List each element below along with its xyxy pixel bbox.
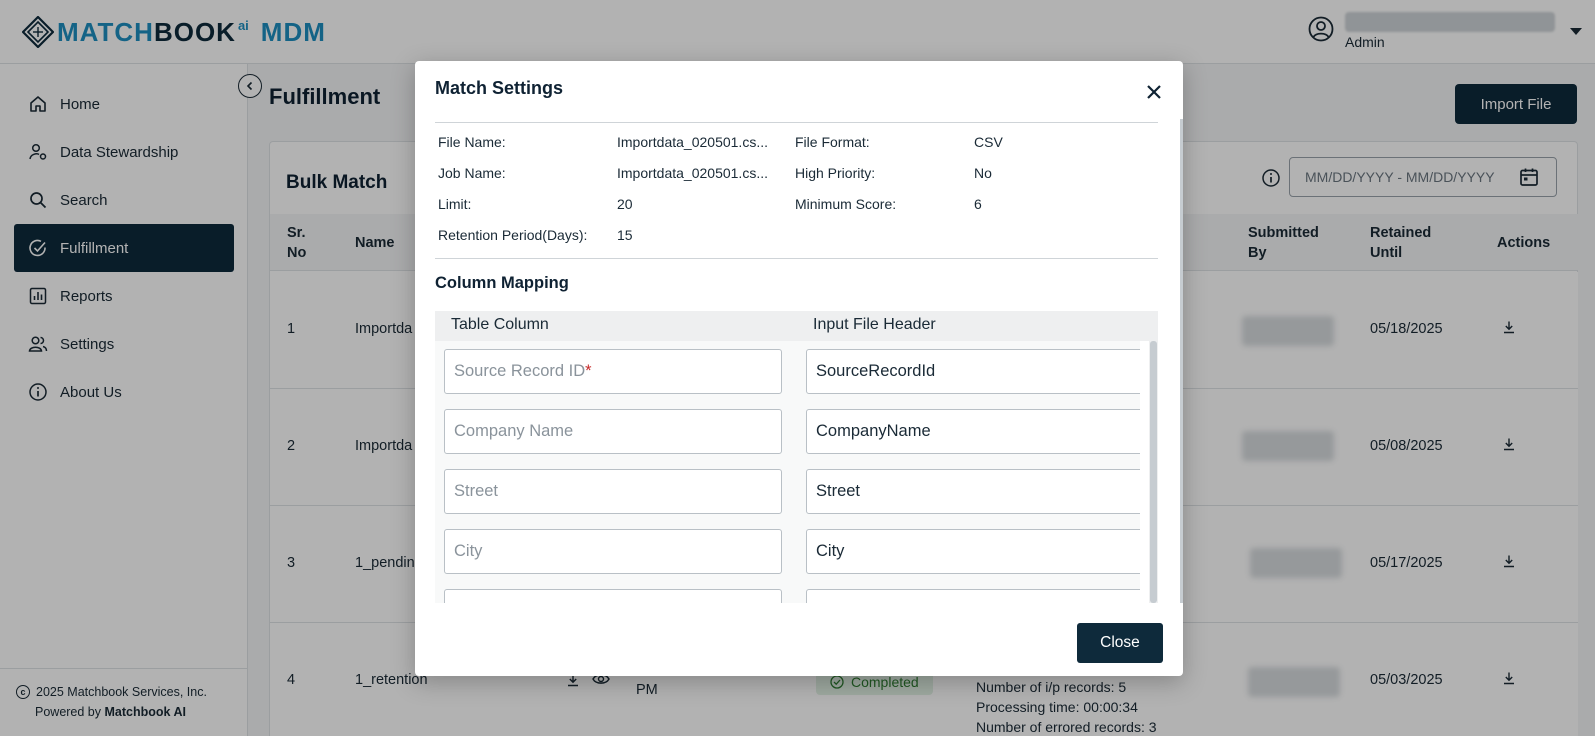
table-column-field[interactable]: [444, 589, 782, 603]
high-priority-label: High Priority:: [795, 165, 876, 181]
col-input-file-header: Input File Header: [813, 316, 936, 333]
limit-value: 20: [617, 196, 633, 212]
required-mark: *: [585, 362, 592, 380]
close-icon[interactable]: [1143, 81, 1165, 103]
minimum-score-label: Minimum Score:: [795, 196, 897, 212]
file-name-value: Importdata_020501.cs...: [617, 134, 768, 150]
retention-period-label: Retention Period(Days):: [438, 227, 588, 243]
mapping-row: [444, 589, 1140, 603]
input-file-header-field[interactable]: City: [806, 529, 1140, 574]
file-format-value: CSV: [974, 134, 1003, 150]
col-table-column: Table Column: [451, 316, 549, 333]
job-name-label: Job Name:: [438, 165, 506, 181]
input-file-header-field[interactable]: SourceRecordId: [806, 349, 1140, 394]
input-file-header-field[interactable]: Street: [806, 469, 1140, 514]
match-settings-modal: Match Settings File Name: Importdata_020…: [415, 61, 1183, 676]
mapping-row: Street Street: [444, 469, 1140, 515]
table-column-field[interactable]: Company Name: [444, 409, 782, 454]
modal-scrollbar[interactable]: [1180, 119, 1183, 603]
column-mapping-title: Column Mapping: [435, 274, 569, 292]
mapping-scrollbar-thumb[interactable]: [1150, 341, 1157, 603]
mapping-table-header: Table Column Input File Header: [435, 311, 1158, 341]
mapping-row: Source Record ID * SourceRecordId: [444, 349, 1140, 395]
input-file-header-field[interactable]: [806, 589, 1140, 603]
mapping-scrollbar[interactable]: [1149, 341, 1158, 603]
close-button[interactable]: Close: [1077, 623, 1163, 663]
table-column-field[interactable]: City: [444, 529, 782, 574]
divider: [435, 122, 1158, 123]
high-priority-value: No: [974, 165, 992, 181]
mapping-row: Company Name CompanyName: [444, 409, 1140, 455]
table-column-field[interactable]: Street: [444, 469, 782, 514]
divider: [435, 258, 1158, 259]
minimum-score-value: 6: [974, 196, 982, 212]
mapping-row: City City: [444, 529, 1140, 575]
input-file-header-field[interactable]: CompanyName: [806, 409, 1140, 454]
file-name-label: File Name:: [438, 134, 506, 150]
retention-period-value: 15: [617, 227, 633, 243]
limit-label: Limit:: [438, 196, 472, 212]
job-name-value: Importdata_020501.cs...: [617, 165, 768, 181]
modal-title: Match Settings: [435, 78, 564, 98]
table-column-field[interactable]: Source Record ID *: [444, 349, 782, 394]
mapping-list: Source Record ID * SourceRecordId Company…: [435, 341, 1140, 603]
file-format-label: File Format:: [795, 134, 870, 150]
